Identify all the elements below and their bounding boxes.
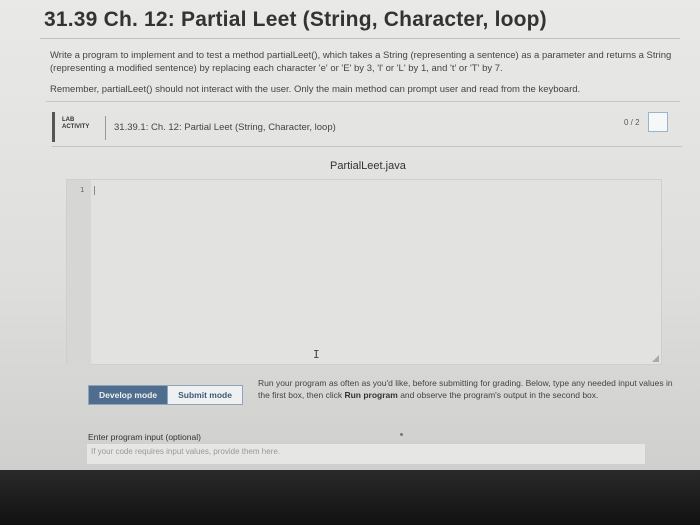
lab-badge-line2: ACTIVITY (62, 124, 90, 130)
completion-checkbox-icon (648, 112, 668, 132)
run-instructions: Run your program as often as you'd like,… (258, 377, 678, 401)
mode-toggle: Develop mode Submit mode (88, 385, 243, 405)
section-divider (46, 101, 680, 102)
develop-mode-button[interactable]: Develop mode (88, 385, 169, 405)
problem-description: Write a program to implement and to test… (50, 50, 672, 74)
input-indicator (400, 433, 403, 436)
program-input-label: Enter program input (optional) (88, 432, 201, 442)
lab-accent-bar (52, 112, 55, 142)
lab-badge-line1: LAB (62, 117, 75, 123)
editor-filename: PartialLeet.java (330, 160, 406, 172)
program-input-field[interactable]: If your code requires input values, prov… (86, 443, 646, 465)
page-title: 31.39 Ch. 12: Partial Leet (String, Char… (44, 8, 547, 31)
ibeam-cursor-icon: I (313, 348, 320, 361)
text-cursor (94, 186, 95, 195)
lab-activity-badge: LAB ACTIVITY (62, 117, 89, 131)
lab-header-divider (105, 116, 106, 140)
lab-activity-header: LAB ACTIVITY 31.39.1: Ch. 12: Partial Le… (52, 112, 682, 144)
lab-header-rule (52, 146, 682, 147)
title-divider (40, 38, 680, 39)
resize-handle-icon[interactable] (652, 355, 659, 362)
problem-reminder: Remember, partialLeet() should not inter… (50, 84, 581, 95)
line-number: 1 (80, 186, 85, 194)
run-program-label: Run program (344, 390, 398, 400)
lab-score: 0 / 2 (624, 118, 640, 127)
laptop-bezel (0, 470, 700, 525)
lab-activity-title: 31.39.1: Ch. 12: Partial Leet (String, C… (114, 122, 336, 133)
submit-mode-button[interactable]: Submit mode (168, 385, 243, 405)
editor-gutter: 1 (67, 180, 91, 366)
code-editor[interactable]: 1 I (66, 179, 662, 366)
run-instructions-text2: and observe the program's output in the … (397, 390, 599, 400)
browser-viewport: 31.39 Ch. 12: Partial Leet (String, Char… (0, 0, 700, 470)
